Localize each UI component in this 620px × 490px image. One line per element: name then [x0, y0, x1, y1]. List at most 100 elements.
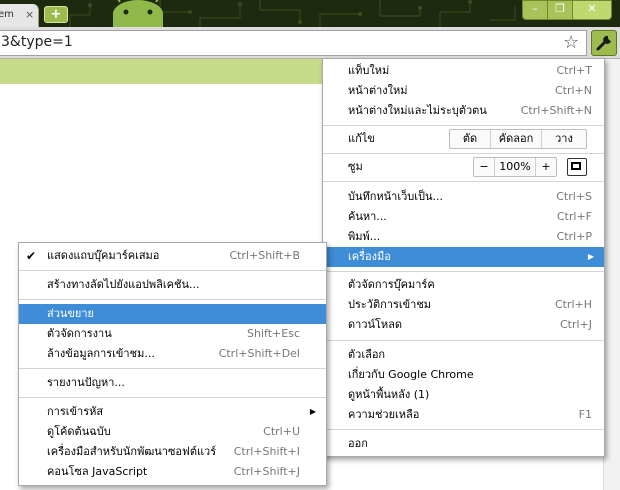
menu-item-save-page[interactable]: บันทึกหน้าเว็บเป็น... Ctrl+S: [323, 187, 604, 207]
minimize-button[interactable]: –: [522, 0, 548, 20]
paste-button[interactable]: วาง: [542, 130, 586, 148]
zoom-in-button[interactable]: +: [536, 158, 556, 176]
menu-item-history[interactable]: ประวัติการเข้าชม Ctrl+H: [323, 295, 604, 315]
menu-item-label: รายงานปัญหา...: [47, 376, 125, 389]
address-bar[interactable]: 3&type=1 ☆: [0, 30, 587, 56]
close-tab-icon[interactable]: ×: [25, 8, 34, 21]
menu-item-downloads[interactable]: ดาวน์โหลด Ctrl+J: [323, 315, 604, 335]
menu-item-label: พิมพ์...: [348, 230, 381, 243]
menu-item-tools[interactable]: เครื่องมือ ▶: [323, 247, 604, 267]
menu-item-label: เครื่องมือ: [348, 250, 391, 263]
menu-item-label: ล้างข้อมูลการเข้าชม...: [47, 347, 155, 360]
android-logo: [113, 0, 163, 27]
zoom-level: 100%: [495, 158, 536, 176]
menu-item-label: เกี่ยวกับ Google Chrome: [348, 368, 474, 381]
menu-item-label: แก้ไข: [348, 132, 375, 145]
menu-item-javascript-console[interactable]: คอนโซล JavaScript Ctrl+Shift+J: [19, 462, 326, 482]
shortcut-label: Shift+Esc: [247, 327, 300, 340]
shortcut-label: Ctrl+N: [554, 84, 592, 97]
menu-item-encoding[interactable]: การเข้ารหัส ▶: [19, 402, 326, 422]
menu-item-label: ค้นหา...: [348, 210, 387, 223]
shortcut-label: Ctrl+S: [556, 190, 592, 203]
shortcut-label: Ctrl+P: [556, 230, 592, 243]
toolbar: 3&type=1 ☆: [0, 27, 620, 59]
shortcut-label: Ctrl+H: [554, 298, 592, 311]
zoom-out-button[interactable]: −: [474, 158, 495, 176]
browser-tab[interactable]: em ×: [0, 4, 39, 27]
wrench-menu-button[interactable]: [591, 30, 617, 56]
checkmark-icon: ✔: [26, 249, 37, 263]
menu-item-background-pages[interactable]: ดูหน้าพื้นหลัง (1): [323, 385, 604, 405]
menu-item-label: คอนโซล JavaScript: [47, 465, 148, 478]
page-scrollbar[interactable]: [603, 59, 620, 490]
menu-item-edit: แก้ไข ตัด คัดลอก วาง: [323, 129, 604, 149]
menu-item-label: ซูม: [348, 160, 363, 173]
new-tab-button[interactable]: +: [44, 6, 68, 23]
shortcut-label: F1: [578, 408, 592, 421]
menu-item-new-window[interactable]: หน้าต่างใหม่ Ctrl+N: [323, 81, 604, 101]
copy-button[interactable]: คัดลอก: [491, 130, 542, 148]
wrench-icon: [596, 35, 611, 51]
menu-item-label: หน้าต่างใหม่: [348, 84, 408, 97]
menu-item-view-source[interactable]: ดูโค้ดต้นฉบับ Ctrl+U: [19, 422, 326, 442]
menu-item-label: บันทึกหน้าเว็บเป็น...: [348, 190, 444, 203]
shortcut-label: Ctrl+F: [556, 210, 592, 223]
maximize-button[interactable]: ❐: [547, 0, 573, 20]
menu-item-find[interactable]: ค้นหา... Ctrl+F: [323, 207, 604, 227]
menu-item-incognito[interactable]: หน้าต่างใหม่และไม่ระบุตัวตน Ctrl+Shift+N: [323, 101, 604, 121]
shortcut-label: Ctrl+Shift+I: [233, 445, 300, 458]
menu-item-label: ตัวจัดการบุ๊คมาร์ค: [348, 278, 435, 291]
menu-item-bookmark-manager[interactable]: ตัวจัดการบุ๊คมาร์ค: [323, 275, 604, 295]
menu-item-label: ประวัติการเข้าชม: [348, 298, 432, 311]
menu-item-label: ออก: [348, 437, 368, 450]
tab-title: em: [0, 9, 14, 20]
menu-item-clear-browsing-data[interactable]: ล้างข้อมูลการเข้าชม... Ctrl+Shift+Del: [19, 344, 326, 364]
menu-separator: [323, 153, 604, 154]
shortcut-label: Ctrl+Shift+B: [229, 249, 300, 262]
wrench-menu: แท็บใหม่ Ctrl+T หน้าต่างใหม่ Ctrl+N หน้า…: [322, 58, 605, 457]
menu-item-extensions[interactable]: ส่วนขยาย: [19, 304, 326, 324]
menu-item-options[interactable]: ตัวเลือก: [323, 345, 604, 365]
menu-separator: [323, 181, 604, 182]
url-text[interactable]: 3&type=1: [1, 34, 73, 50]
menu-item-label: ส่วนขยาย: [47, 307, 94, 320]
menu-separator: [323, 340, 604, 341]
menu-item-show-bookmarks-bar[interactable]: ✔ แสดงแถบบุ๊คมาร์คเสมอ Ctrl+Shift+B: [19, 246, 326, 266]
zoom-controls: − 100% +: [473, 157, 557, 177]
menu-item-help[interactable]: ความช่วยเหลือ F1: [323, 405, 604, 425]
fullscreen-icon[interactable]: [567, 158, 587, 176]
menu-item-create-app-shortcuts[interactable]: สร้างทางลัดไปยังแอปพลิเคชัน...: [19, 275, 326, 295]
menu-item-label: สร้างทางลัดไปยังแอปพลิเคชัน...: [47, 278, 200, 291]
shortcut-label: Ctrl+Shift+Del: [218, 347, 300, 360]
shortcut-label: Ctrl+Shift+J: [233, 465, 300, 478]
menu-item-label: เครื่องมือสำหรับนักพัฒนาซอฟต์แวร์: [47, 445, 217, 458]
menu-separator: [19, 270, 326, 271]
menu-item-exit[interactable]: ออก: [323, 434, 604, 454]
bookmark-star-icon[interactable]: ☆: [563, 32, 579, 53]
menu-item-about[interactable]: เกี่ยวกับ Google Chrome: [323, 365, 604, 385]
menu-item-zoom: ซูม − 100% +: [323, 157, 604, 177]
menu-item-label: ตัวเลือก: [348, 348, 386, 361]
submenu-arrow-icon: ▶: [587, 252, 594, 261]
menu-separator: [323, 271, 604, 272]
menu-separator: [323, 125, 604, 126]
menu-separator: [323, 429, 604, 430]
edit-button-group: ตัด คัดลอก วาง: [449, 129, 587, 149]
submenu-arrow-icon: ▶: [309, 407, 316, 416]
menu-item-label: หน้าต่างใหม่และไม่ระบุตัวตน: [348, 104, 487, 117]
shortcut-label: Ctrl+T: [556, 64, 592, 77]
menu-item-print[interactable]: พิมพ์... Ctrl+P: [323, 227, 604, 247]
shortcut-label: Ctrl+U: [263, 425, 300, 438]
menu-item-label: แสดงแถบบุ๊คมาร์คเสมอ: [47, 249, 160, 262]
menu-item-task-manager[interactable]: ตัวจัดการงาน Shift+Esc: [19, 324, 326, 344]
menu-separator: [19, 368, 326, 369]
menu-item-developer-tools[interactable]: เครื่องมือสำหรับนักพัฒนาซอฟต์แวร์ Ctrl+S…: [19, 442, 326, 462]
menu-item-new-tab[interactable]: แท็บใหม่ Ctrl+T: [323, 61, 604, 81]
menu-item-report-issue[interactable]: รายงานปัญหา...: [19, 373, 326, 393]
menu-item-label: การเข้ารหัส: [47, 405, 104, 418]
page-header-bar: [0, 59, 322, 84]
menu-item-label: ดาวน์โหลด: [348, 318, 403, 331]
cut-button[interactable]: ตัด: [450, 130, 491, 148]
close-window-button[interactable]: ✕: [572, 0, 612, 20]
menu-separator: [19, 299, 326, 300]
